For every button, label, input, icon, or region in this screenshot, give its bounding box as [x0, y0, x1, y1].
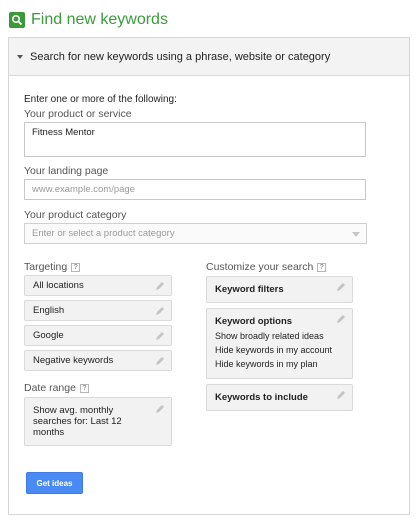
pencil-icon	[156, 307, 164, 315]
keyword-option: Show broadly related ideas	[215, 331, 324, 341]
category-label: Your product category	[24, 209, 127, 221]
keywords-include-title: Keywords to include	[215, 392, 308, 403]
keyword-options-box[interactable]: Keyword options Show broadly related ide…	[206, 308, 353, 379]
targeting-locations[interactable]: All locations	[24, 275, 172, 296]
targeting-label-text: Targeting	[24, 261, 68, 273]
help-icon[interactable]: ?	[71, 262, 81, 272]
pencil-icon	[156, 332, 164, 340]
pencil-icon	[156, 405, 164, 413]
get-ideas-button[interactable]: Get ideas	[26, 472, 83, 494]
panel-toggle[interactable]: Search for new keywords using a phrase, …	[9, 38, 409, 76]
search-icon	[9, 12, 25, 28]
search-panel: Search for new keywords using a phrase, …	[8, 37, 410, 515]
chip-label: Google	[33, 330, 64, 341]
targeting-label: Targeting ?	[24, 261, 81, 273]
caret-down-icon	[17, 54, 23, 59]
product-label: Your product or service	[24, 108, 132, 120]
chip-label: Negative keywords	[33, 355, 114, 366]
keyword-filters-box[interactable]: Keyword filters	[206, 276, 353, 303]
targeting-network[interactable]: Google	[24, 325, 172, 346]
category-placeholder: Enter or select a product category	[32, 228, 175, 239]
help-icon[interactable]: ?	[317, 262, 327, 272]
panel-heading: Search for new keywords using a phrase, …	[30, 50, 331, 63]
date-range-label: Date range ?	[24, 382, 89, 394]
page-header: Find new keywords	[9, 9, 168, 31]
keyword-options-title: Keyword options	[215, 316, 293, 327]
chip-label: All locations	[33, 280, 84, 291]
targeting-negative-keywords[interactable]: Negative keywords	[24, 350, 172, 371]
targeting-language[interactable]: English	[24, 300, 172, 321]
pencil-icon	[337, 391, 345, 399]
page-title: Find new keywords	[31, 11, 168, 28]
customize-label: Customize your search ?	[206, 261, 327, 273]
pencil-icon	[156, 282, 164, 290]
intro-text: Enter one or more of the following:	[24, 94, 177, 105]
date-range-label-text: Date range	[24, 382, 76, 394]
help-icon[interactable]: ?	[79, 383, 89, 393]
keyword-filters-title: Keyword filters	[215, 284, 284, 295]
keyword-option: Hide keywords in my account	[215, 345, 333, 355]
product-input[interactable]: Fitness Mentor	[24, 122, 366, 157]
category-select[interactable]: Enter or select a product category	[24, 223, 367, 244]
landing-page-label: Your landing page	[24, 165, 109, 177]
pencil-icon	[337, 283, 345, 291]
customize-label-text: Customize your search	[206, 261, 314, 273]
chip-label: English	[33, 305, 65, 316]
pencil-icon	[337, 315, 345, 323]
pencil-icon	[156, 357, 164, 365]
dropdown-arrow-icon	[352, 232, 360, 237]
date-range-box[interactable]: Show avg. monthly searches for: Last 12 …	[24, 397, 172, 446]
keyword-option: Hide keywords in my plan	[215, 359, 318, 369]
landing-page-input[interactable]: www.example.com/page	[24, 179, 366, 200]
keywords-include-box[interactable]: Keywords to include	[206, 384, 353, 411]
date-range-value: Show avg. monthly searches for: Last 12 …	[33, 405, 122, 438]
